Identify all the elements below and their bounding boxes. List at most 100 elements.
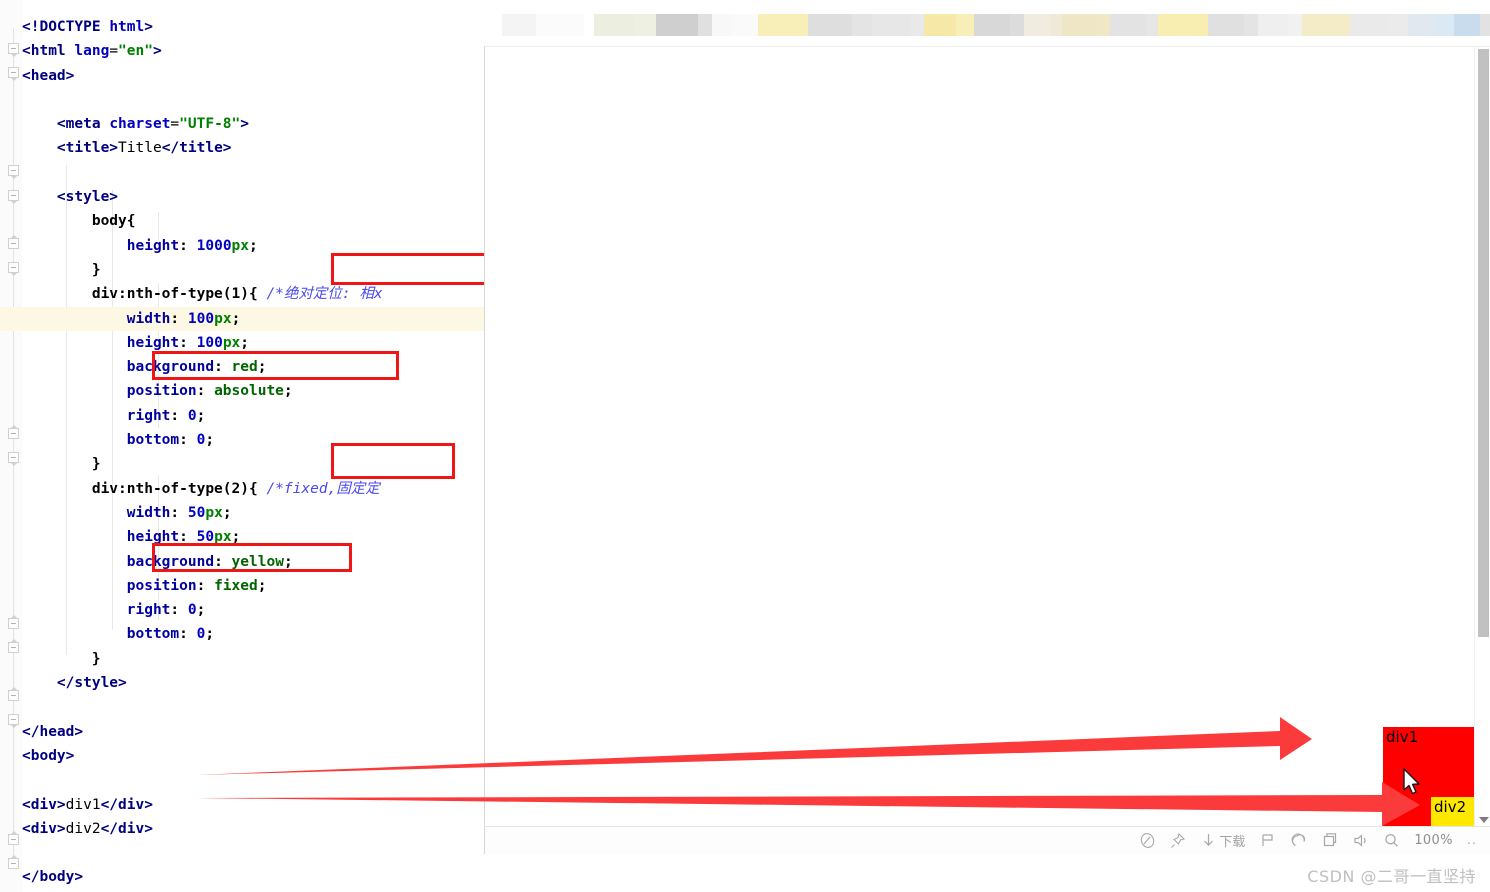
code-line[interactable]: background: yellow;	[0, 550, 484, 574]
bookmark-bar-pixel	[1454, 14, 1480, 36]
code-text[interactable]: <!DOCTYPE html> <html lang="en"> <head> <m…	[0, 15, 484, 892]
code-token: 50	[196, 529, 215, 546]
code-line[interactable]	[0, 695, 484, 719]
zoom-level-label[interactable]: 100%	[1414, 828, 1452, 854]
bookmark-bar-pixel	[1050, 14, 1062, 36]
code-line[interactable]: width: 50px;	[0, 501, 484, 525]
split-screen-icon[interactable]	[1321, 828, 1338, 854]
bookmark-bar-pixel	[924, 14, 956, 36]
bookmark-bar-pixel	[910, 14, 924, 36]
brush-icon[interactable]	[1139, 828, 1156, 854]
code-token: <meta	[56, 116, 110, 133]
bookmark-bar-pixel	[656, 14, 698, 36]
code-line[interactable]	[0, 841, 484, 865]
code-token: :	[196, 577, 215, 594]
code-token: <div>	[22, 796, 66, 813]
code-line[interactable]: </style>	[0, 671, 484, 695]
code-editor-pane[interactable]: <!DOCTYPE html> <html lang="en"> <head> <m…	[0, 0, 484, 892]
code-token: </div>	[100, 796, 153, 813]
browser-window[interactable]: div1 div2 下载 100% ..	[484, 0, 1490, 892]
code-token: :	[196, 383, 215, 400]
code-token: /*绝对定位: 相x	[266, 286, 383, 303]
code-token: charset	[109, 116, 171, 133]
code-line[interactable]: position: absolute;	[0, 379, 484, 403]
sound-icon[interactable]	[1352, 828, 1369, 854]
code-token: :	[179, 529, 197, 546]
code-token: ;	[249, 237, 258, 254]
bookmark-bar-pixel	[758, 14, 796, 36]
flag-icon[interactable]	[1259, 828, 1276, 854]
code-line[interactable]: }	[0, 452, 484, 476]
code-line[interactable]: </head>	[0, 720, 484, 744]
browser-status-bar[interactable]: 下载 100% ..	[484, 826, 1490, 854]
code-token: px	[214, 529, 232, 546]
code-token: position	[126, 383, 197, 400]
code-token: ;	[196, 602, 206, 619]
bookmark-bar-pixel	[956, 14, 974, 36]
code-line[interactable]: <!DOCTYPE html>	[0, 15, 484, 39]
scrollbar-down-arrow[interactable]	[1479, 817, 1489, 823]
code-line[interactable]: div:nth-of-type(1){ /*绝对定位: 相x	[0, 282, 484, 306]
code-line[interactable]: <style>	[0, 185, 484, 209]
zoom-search-icon[interactable]	[1383, 828, 1400, 854]
code-token: div2	[65, 820, 101, 837]
code-line[interactable]: body{	[0, 209, 484, 233]
code-token: }	[91, 456, 101, 473]
code-line[interactable]: div:nth-of-type(2){ /*fixed,固定定	[0, 477, 484, 501]
code-line[interactable]: <div>div1</div>	[0, 793, 484, 817]
code-token: div:nth-of-type(1){	[91, 286, 267, 303]
statusbar-overflow[interactable]: ..	[1467, 828, 1477, 854]
code-line[interactable]	[0, 768, 484, 792]
code-token: :	[170, 407, 188, 424]
code-token: ;	[257, 577, 267, 594]
code-line[interactable]: }	[0, 647, 484, 671]
code-token: height	[126, 529, 180, 546]
code-line[interactable]: position: fixed;	[0, 574, 484, 598]
code-token: <html	[22, 43, 75, 60]
code-line[interactable]: bottom: 0;	[0, 622, 484, 646]
code-line[interactable]: <body>	[0, 744, 484, 768]
code-line[interactable]: <html lang="en">	[0, 39, 484, 63]
edge-icon[interactable]	[1290, 828, 1307, 854]
browser-bookmark-bar[interactable]	[484, 0, 1490, 46]
code-token: width	[126, 504, 171, 521]
code-line[interactable]	[0, 161, 484, 185]
code-line[interactable]: </body>	[0, 865, 484, 889]
code-line[interactable]: height: 100px;	[0, 331, 484, 355]
bookmark-bar-pixel	[1434, 14, 1454, 36]
browser-page-viewport[interactable]: div1 div2	[484, 46, 1490, 827]
code-line[interactable]: <div>div2</div>	[0, 817, 484, 841]
code-token: div:nth-of-type(2){	[91, 480, 267, 497]
download-icon[interactable]: 下载	[1201, 828, 1245, 854]
div2-label: div2	[1434, 798, 1467, 816]
code-token: <div>	[22, 820, 66, 837]
code-token: >	[152, 43, 162, 60]
code-line[interactable]: }	[0, 258, 484, 282]
scrollbar-thumb[interactable]	[1478, 49, 1489, 637]
pin-icon[interactable]	[1170, 828, 1187, 854]
code-line[interactable]: background: red;	[0, 355, 484, 379]
code-line[interactable]: right: 0;	[0, 598, 484, 622]
code-line[interactable]	[0, 88, 484, 112]
code-line[interactable]: <head>	[0, 64, 484, 88]
bookmark-bar-pixel	[1336, 14, 1350, 36]
bookmark-bar-pixel	[1302, 14, 1336, 36]
bookmark-bar-pixel	[1010, 14, 1024, 36]
code-line[interactable]: height: 1000px;	[0, 234, 484, 258]
code-token: <body>	[22, 747, 75, 764]
code-token: right	[126, 602, 171, 619]
code-line[interactable]: width: 100px;	[0, 306, 484, 331]
code-token: body{	[91, 213, 136, 230]
code-line[interactable]: <meta charset="UTF-8">	[0, 112, 484, 136]
code-line[interactable]: height: 50px;	[0, 525, 484, 549]
page-vertical-scrollbar[interactable]	[1474, 47, 1490, 827]
code-token: :	[179, 237, 197, 254]
code-token: ;	[240, 334, 250, 351]
code-line[interactable]: bottom: 0;	[0, 428, 484, 452]
code-token: =	[109, 43, 119, 60]
code-token: yellow	[231, 553, 284, 570]
code-token: :	[179, 334, 197, 351]
code-token: >	[240, 116, 249, 133]
code-line[interactable]: <title>Title</title>	[0, 136, 484, 160]
code-line[interactable]: right: 0;	[0, 404, 484, 428]
